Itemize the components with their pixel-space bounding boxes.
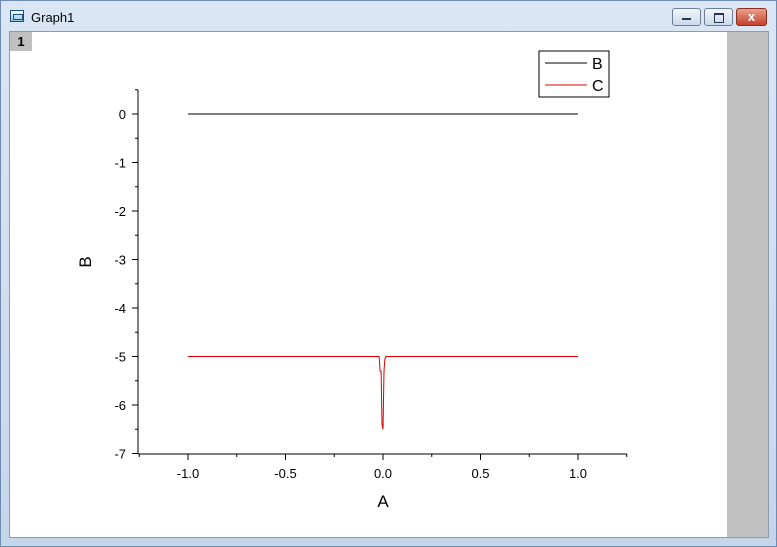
x-tick-label: -0.5	[274, 466, 296, 481]
y-tick-label: -2	[114, 204, 126, 219]
legend-label-b: B	[592, 56, 603, 73]
y-tick-label: -1	[114, 156, 126, 171]
y-ticks: 0 -1 -2 -3 -4 -5 -6 -7	[114, 89, 138, 462]
y-tick-label: -3	[114, 253, 126, 268]
series-line-c[interactable]	[188, 356, 578, 430]
y-tick-label: -7	[114, 447, 126, 462]
x-tick-label: 0.5	[471, 466, 489, 481]
legend[interactable]: B C	[538, 50, 610, 98]
x-tick-label: 0.0	[374, 466, 392, 481]
x-tick-label: -1.0	[177, 466, 199, 481]
x-axis-label: A	[377, 492, 389, 511]
graph-window: Graph1 x 1 0 -1 -2 -3 -4 -5 -6 -7 -1.0 -0.5 0.0 0.…	[0, 0, 777, 547]
plot-layer[interactable]: 0 -1 -2 -3 -4 -5 -6 -7 -1.0 -0.5 0.0 0.5 1.0 A B B …	[0, 0, 777, 547]
series-group	[188, 113, 578, 430]
y-tick-label: 0	[119, 107, 126, 122]
y-tick-label: -6	[114, 398, 126, 413]
x-tick-label: 1.0	[569, 466, 587, 481]
y-tick-label: -5	[114, 350, 126, 365]
y-axis-label: B	[76, 256, 95, 267]
x-ticks: -1.0 -0.5 0.0 0.5 1.0	[138, 454, 628, 481]
legend-label-c: C	[592, 78, 604, 95]
y-tick-label: -4	[114, 301, 126, 316]
